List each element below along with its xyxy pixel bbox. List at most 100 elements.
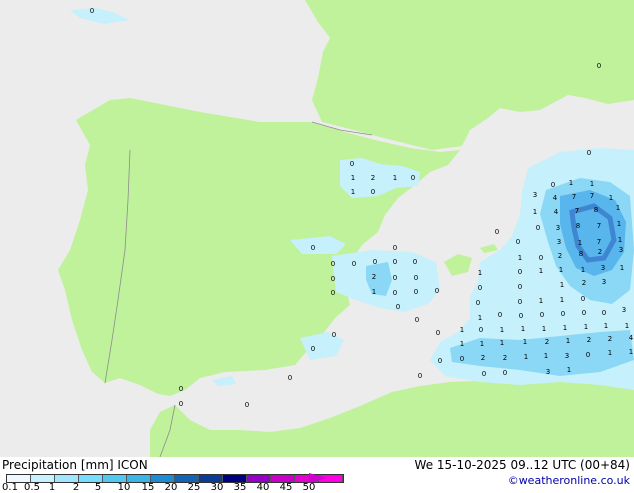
- scale-tick-label: 35: [233, 482, 247, 493]
- scale-segment: [7, 475, 31, 482]
- precip-value-label: 1: [617, 220, 621, 228]
- precip-value-label: 1: [480, 340, 484, 348]
- precip-value-label: 1: [590, 180, 594, 188]
- precip-value-label: 1: [616, 204, 620, 212]
- precip-value-label: 0: [350, 160, 354, 168]
- scale-tick-label: 0.5: [24, 482, 40, 493]
- precip-value-label: 3: [533, 191, 537, 199]
- precip-value-label: 4: [629, 334, 634, 342]
- scale-segment: [271, 475, 295, 482]
- precip-value-label: 1: [560, 296, 564, 304]
- precip-value-label: 1: [460, 340, 464, 348]
- precip-value-label: 0: [436, 329, 440, 337]
- scale-segment: [199, 475, 223, 482]
- credit-link[interactable]: ©weatheronline.co.uk: [508, 474, 630, 487]
- precip-value-label: 3: [556, 224, 560, 232]
- precip-value-label: 7: [597, 238, 601, 246]
- precip-value-label: 0: [396, 303, 400, 311]
- map-title: Precipitation [mm] ICON: [2, 458, 148, 472]
- scale-tick-label: 30: [210, 482, 224, 493]
- precip-value-label: 0: [597, 62, 601, 70]
- precip-value-label: 1: [620, 264, 624, 272]
- scale-tick-label: 5: [94, 482, 102, 493]
- precip-value-label: 1: [625, 322, 629, 330]
- scale-tick-label: 40: [256, 482, 270, 493]
- precip-value-label: 0: [476, 299, 480, 307]
- precip-value-label: 1: [609, 194, 613, 202]
- precip-value-label: 0: [498, 311, 502, 319]
- precip-value-label: 0: [581, 295, 585, 303]
- scale-segment: [79, 475, 103, 482]
- precip-value-label: 1: [372, 288, 376, 296]
- precip-value-label: 0: [482, 370, 486, 378]
- scale-segment: [151, 475, 175, 482]
- precip-value-label: 0: [311, 244, 315, 252]
- precip-value-label: 1: [581, 266, 585, 274]
- precip-value-label: 1: [518, 254, 522, 262]
- precip-value-label: 8: [579, 250, 583, 258]
- precip-value-label: 2: [558, 252, 562, 260]
- precip-value-label: 0: [331, 260, 335, 268]
- precip-value-label: 0: [586, 351, 590, 359]
- precip-value-label: 1: [563, 324, 567, 332]
- precip-value-label: 2: [598, 248, 602, 256]
- precip-value-label: 4: [553, 194, 558, 202]
- precip-value-label: 0: [413, 258, 417, 266]
- precip-value-label: 0: [518, 298, 522, 306]
- precip-value-label: 8: [594, 206, 598, 214]
- scale-segment: [223, 475, 247, 482]
- precip-value-label: 1: [569, 179, 573, 187]
- precip-value-label: 1: [544, 352, 548, 360]
- scale-tick-label: 0.1: [2, 482, 18, 493]
- precip-value-label: 0: [90, 7, 94, 15]
- precip-value-label: 0: [373, 258, 377, 266]
- precip-value-label: 7: [572, 193, 576, 201]
- scale-segment: [55, 475, 79, 482]
- precip-value-label: 0: [551, 181, 555, 189]
- scale-segment: [127, 475, 151, 482]
- precip-value-label: 0: [495, 228, 499, 236]
- precip-value-label: 1: [521, 325, 525, 333]
- precip-value-label: 1: [478, 314, 482, 322]
- legend-footer: Precipitation [mm] ICON We 15-10-2025 09…: [0, 457, 634, 493]
- precip-value-label: 0: [371, 188, 375, 196]
- precip-value-label: 0: [179, 400, 183, 408]
- precipitation-map: 0001210100101347711478103871003171102823…: [0, 0, 634, 457]
- precip-value-label: 1: [523, 338, 527, 346]
- precip-value-label: 0: [415, 316, 419, 324]
- precip-value-label: 1: [566, 337, 570, 345]
- precip-value-label: 7: [597, 222, 601, 230]
- scale-tick-label: 45: [279, 482, 293, 493]
- precip-value-label: 1: [539, 297, 543, 305]
- precip-value-label: 1: [351, 174, 355, 182]
- precip-value-label: 0: [438, 357, 442, 365]
- precip-value-label: 0: [393, 289, 397, 297]
- precip-value-label: 3: [557, 238, 561, 246]
- precip-value-label: 4: [554, 208, 559, 216]
- scale-tick-label: 1: [48, 482, 56, 493]
- precip-value-label: 1: [393, 174, 397, 182]
- precip-value-label: 1: [500, 339, 504, 347]
- precip-value-label: 1: [560, 281, 564, 289]
- scale-tick-label: 20: [164, 482, 178, 493]
- precip-value-label: 1: [500, 326, 504, 334]
- precip-value-label: 0: [411, 174, 415, 182]
- precip-value-label: 0: [352, 260, 356, 268]
- precip-value-label: 1: [618, 236, 622, 244]
- precip-value-label: 2: [503, 354, 507, 362]
- precip-value-label: 2: [582, 279, 586, 287]
- precip-value-label: 0: [393, 244, 397, 252]
- precip-value-label: 0: [582, 309, 586, 317]
- precip-value-label: 7: [575, 207, 579, 215]
- precip-value-label: 0: [503, 369, 507, 377]
- precip-value-label: 0: [331, 289, 335, 297]
- precip-value-label: 0: [519, 312, 523, 320]
- precip-value-label: 0: [311, 345, 315, 353]
- precip-value-label: 0: [478, 284, 482, 292]
- precip-value-label: 0: [539, 254, 543, 262]
- scale-segment: [247, 475, 271, 482]
- scale-segment: [103, 475, 127, 482]
- precip-value-label: 0: [414, 288, 418, 296]
- scale-tick-label: 2: [72, 482, 80, 493]
- precip-value-label: 3: [619, 246, 623, 254]
